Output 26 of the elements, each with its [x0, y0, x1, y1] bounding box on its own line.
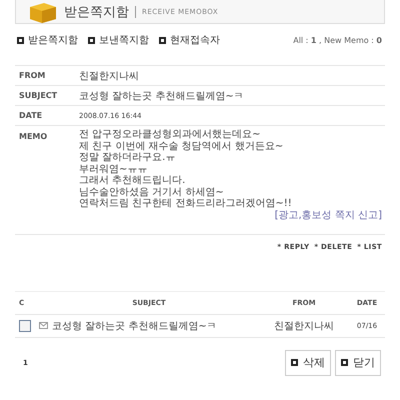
page-title: 받은쪽지함: [64, 4, 129, 20]
memo-line: 그래서 추천해드립니다.: [79, 175, 186, 186]
message-counts: All : 1 , New Memo : 0: [293, 36, 382, 44]
field-label: FROM: [18, 71, 46, 80]
memo-line: 정말 잘하더라구요.ㅠ: [79, 152, 176, 164]
field-value: 친절한지나씨: [79, 70, 139, 82]
memo-line: 제 친구 이번에 재수술 청담역에서 했거든요~: [79, 140, 284, 152]
memo-line: 님수술안하셨음 거기서 하세염~: [79, 186, 225, 198]
field-value: 코성형 잘하는곳 추천해드릴께염~ㅋ: [79, 90, 244, 102]
nav-link[interactable]: 현재접속자: [159, 33, 220, 47]
table-cell-text: 친절한지나씨: [273, 320, 335, 332]
field-label: MEMO: [18, 131, 48, 141]
action-button[interactable]: 삭제: [285, 350, 331, 376]
report-link[interactable]: [광고,홍보성 쪽지 신고]: [274, 210, 382, 220]
field-label: DATE: [18, 111, 44, 120]
message-subject-link[interactable]: 코성형 잘하는곳 추천해드릴께염~ㅋ: [52, 318, 217, 332]
action-button[interactable]: 닫기: [335, 350, 381, 376]
nav-link[interactable]: 보낸쪽지함: [88, 33, 149, 47]
memo-line: 부러워염~ㅠㅠ: [79, 164, 148, 175]
envelope-icon: [39, 322, 48, 329]
box-icon: [28, 0, 58, 22]
memo-line: 전 압구정오라클성형외과에서했는데요~: [79, 129, 262, 140]
field-label: SUBJECT: [18, 91, 58, 100]
memo-line: 연락처드림 친구한테 전화드리라그러겠어염~!!: [79, 198, 293, 210]
checkbox[interactable]: [19, 320, 31, 332]
nav-link[interactable]: 받은쪽지함: [17, 33, 78, 47]
